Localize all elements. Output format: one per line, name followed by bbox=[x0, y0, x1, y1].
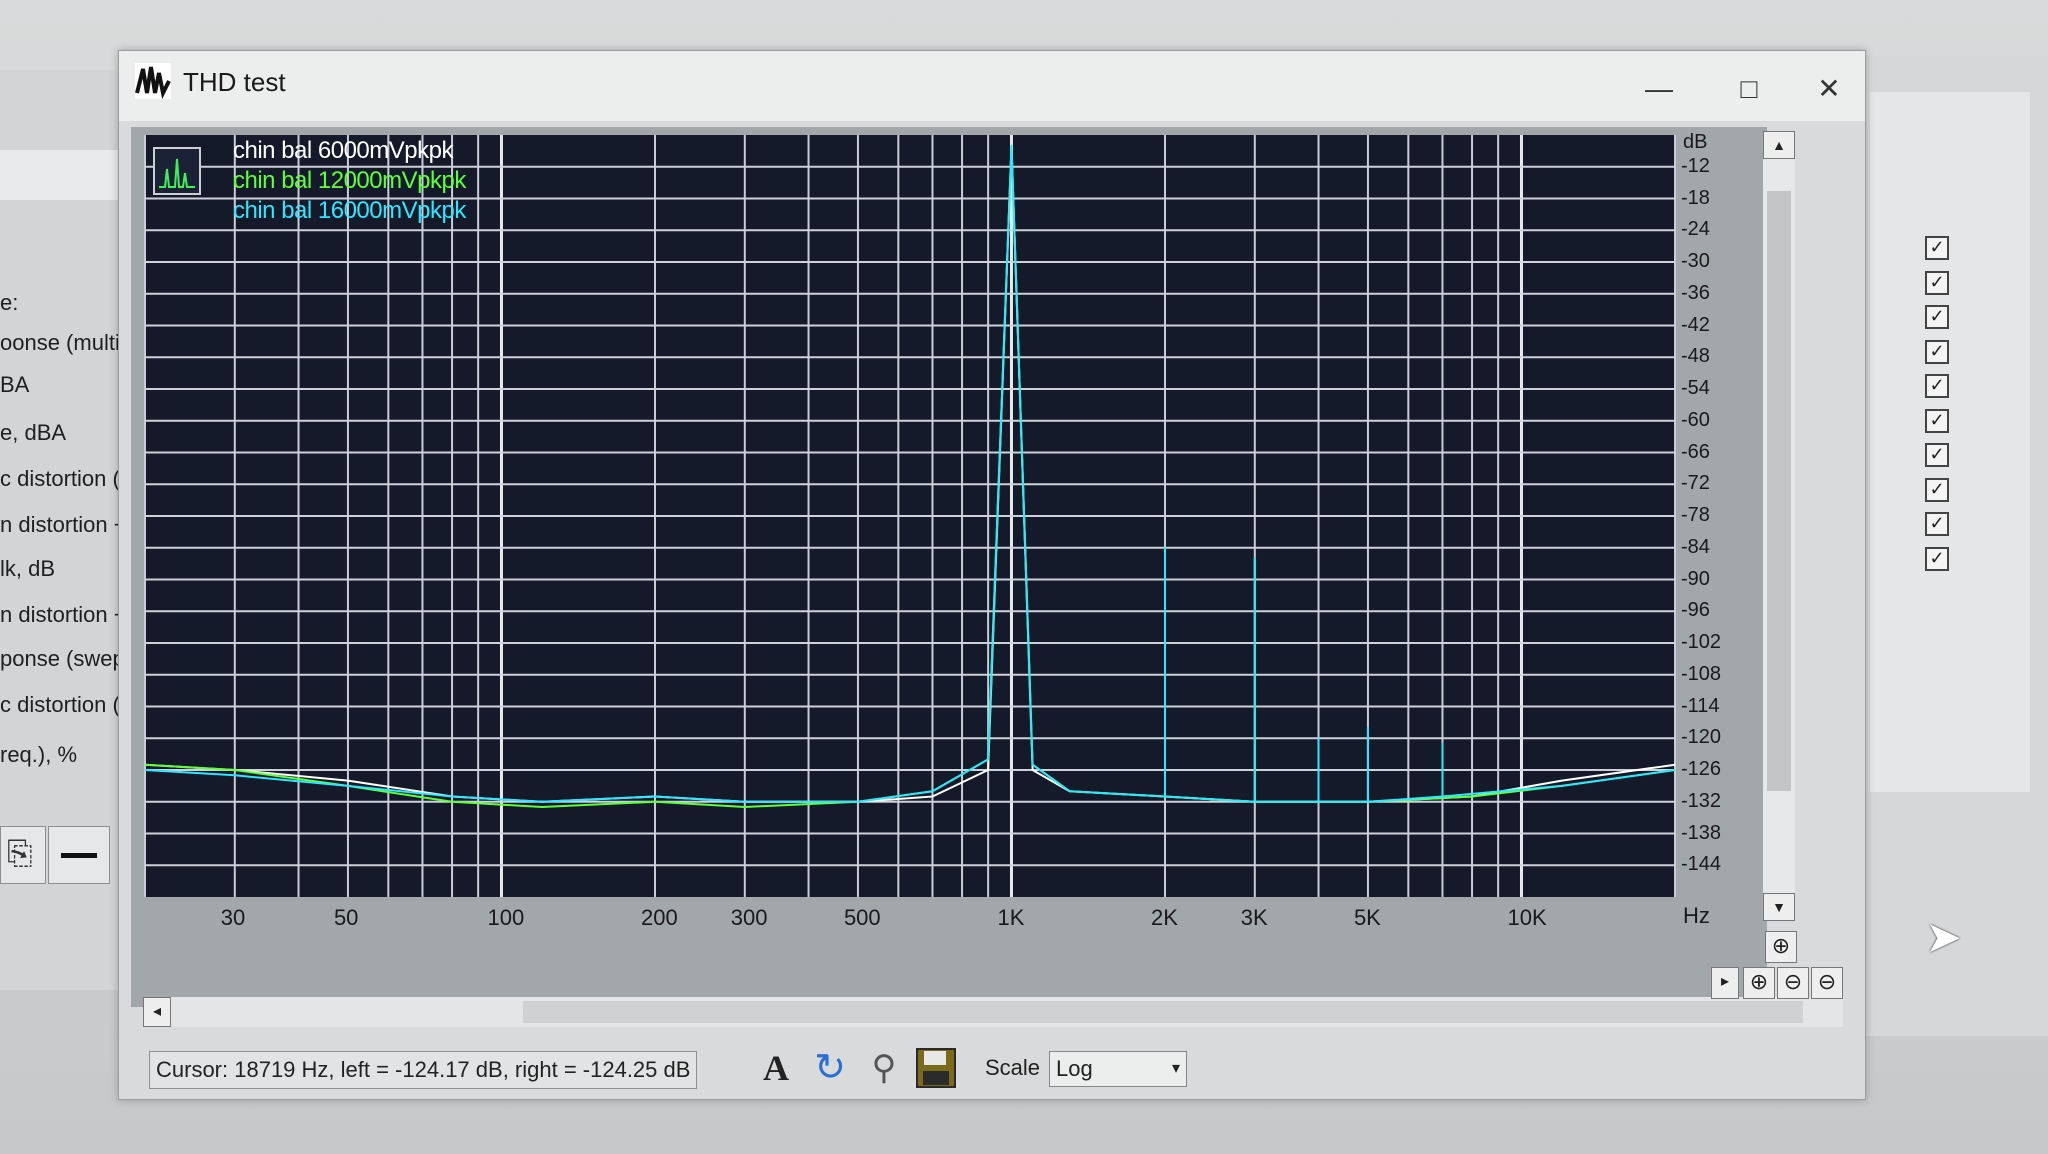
spectrum-chart[interactable] bbox=[131, 127, 1767, 1007]
checkbox[interactable]: ✓ bbox=[1925, 374, 1949, 398]
zoom-in-x-button[interactable]: ⊕ bbox=[1743, 967, 1775, 999]
y-tick-label: -84 bbox=[1681, 535, 1710, 558]
y-tick-label: -30 bbox=[1681, 250, 1710, 272]
remove-button[interactable] bbox=[48, 826, 110, 884]
minimize-icon: — bbox=[1645, 73, 1673, 104]
y-tick-label: -114 bbox=[1681, 694, 1720, 717]
close-icon: ✕ bbox=[1817, 73, 1841, 104]
close-button[interactable]: ✕ bbox=[1799, 69, 1859, 109]
zoom-in-y-button[interactable]: ⊕ bbox=[1765, 931, 1797, 963]
y-tick-label: -126 bbox=[1681, 758, 1722, 780]
vertical-scroll-thumb[interactable] bbox=[1767, 191, 1791, 791]
y-tick-label: -42 bbox=[1681, 313, 1710, 336]
y-tick-label: -138 bbox=[1681, 821, 1722, 844]
x-tick-label: 30 bbox=[220, 905, 246, 930]
maximize-icon: □ bbox=[1740, 73, 1758, 104]
spectrum-plot[interactable]: chin bal 6000mVpkpk chin bal 12000mVpkpk… bbox=[131, 127, 1767, 1007]
y-tick-label: -24 bbox=[1681, 218, 1710, 241]
window-title: THD test bbox=[183, 67, 286, 97]
y-tick-label: -60 bbox=[1681, 408, 1710, 431]
left-item[interactable]: req.), % bbox=[0, 742, 77, 768]
y-tick-label: -18 bbox=[1681, 186, 1710, 209]
legend-entry: chin bal 6000mVpkpk bbox=[233, 137, 453, 164]
title-bar[interactable]: THD test — □ ✕ bbox=[119, 51, 1865, 121]
scroll-right-button[interactable]: ▸ bbox=[1711, 967, 1739, 999]
y-tick-label: -12 bbox=[1681, 154, 1710, 177]
checkbox[interactable]: ✓ bbox=[1925, 270, 1949, 295]
checkbox[interactable]: ✓ bbox=[1925, 546, 1949, 571]
left-item[interactable]: e: bbox=[0, 290, 18, 316]
copy-button[interactable] bbox=[0, 826, 46, 884]
scroll-up-button[interactable]: ▲ bbox=[1763, 131, 1795, 159]
maximize-button[interactable]: □ bbox=[1719, 69, 1779, 109]
y-tick-label: -132 bbox=[1681, 789, 1722, 812]
y-tick-label: -102 bbox=[1681, 631, 1722, 653]
scroll-down-button[interactable]: ▼ bbox=[1763, 893, 1795, 921]
zoom-out-x-button[interactable]: ⊖ bbox=[1777, 967, 1809, 999]
y-tick-label: -90 bbox=[1681, 567, 1710, 590]
y-tick-label: -72 bbox=[1681, 472, 1710, 495]
y-tick-label: -48 bbox=[1681, 345, 1710, 368]
y-tick-label: -54 bbox=[1681, 377, 1710, 399]
checkbox[interactable]: ✓ bbox=[1925, 512, 1949, 536]
app-icon bbox=[135, 63, 171, 100]
y-unit-label: dB bbox=[1683, 131, 1708, 153]
checkbox[interactable]: ✓ bbox=[1925, 305, 1949, 329]
checkbox[interactable]: ✓ bbox=[1925, 477, 1949, 502]
scroll-left-button[interactable]: ◂ bbox=[143, 997, 171, 1027]
save-icon bbox=[916, 1048, 956, 1088]
zoom-out-y-button[interactable]: ⊖ bbox=[1811, 967, 1843, 999]
left-item[interactable]: n distortion + bbox=[0, 602, 127, 628]
x-tick-label: 50 bbox=[333, 905, 359, 930]
left-item[interactable]: c distortion (T bbox=[0, 466, 133, 492]
right-panel-list bbox=[1870, 92, 2030, 792]
left-item[interactable]: n distortion + bbox=[0, 512, 127, 538]
horizontal-scroll-thumb[interactable] bbox=[523, 1001, 1803, 1023]
y-tick-label: -96 bbox=[1681, 599, 1710, 622]
refresh-button[interactable]: ↻ bbox=[807, 1045, 853, 1091]
scale-label: Scale bbox=[985, 1055, 1041, 1080]
x-tick-label: 5K bbox=[1353, 905, 1381, 930]
chevron-down-icon: ▾ bbox=[1171, 1060, 1180, 1077]
y-tick-label: -66 bbox=[1681, 440, 1710, 463]
scale-select-value: Log bbox=[1056, 1056, 1093, 1081]
horizontal-scrollbar[interactable]: ◂ bbox=[143, 997, 1843, 1027]
legend-entry: chin bal 16000mVpkpk bbox=[233, 197, 466, 224]
status-bar: Cursor: 18719 Hz, left = -124.17 dB, rig… bbox=[149, 1047, 1829, 1093]
settings-button[interactable]: ⚲ bbox=[861, 1045, 907, 1091]
font-button[interactable]: A bbox=[753, 1045, 799, 1091]
x-tick-label: 3K bbox=[1240, 905, 1268, 930]
minimize-button[interactable]: — bbox=[1629, 69, 1689, 109]
checkbox[interactable]: ✓ bbox=[1925, 443, 1949, 467]
x-tick-label: 300 bbox=[730, 905, 768, 930]
vertical-scrollbar[interactable]: ▲ ▼ bbox=[1763, 131, 1795, 921]
cursor-readout: Cursor: 18719 Hz, left = -124.17 dB, rig… bbox=[149, 1051, 697, 1089]
thd-test-window: THD test — □ ✕ chin bal 6000mVpkpk chin … bbox=[118, 50, 1866, 1100]
x-tick-label: 2K bbox=[1151, 905, 1178, 930]
left-item[interactable]: e, dBA bbox=[0, 420, 66, 446]
y-tick-label: -120 bbox=[1681, 726, 1722, 749]
left-item[interactable]: lk, dB bbox=[0, 556, 55, 582]
checkbox[interactable]: ✓ bbox=[1925, 339, 1949, 364]
checkbox[interactable]: ✓ bbox=[1925, 408, 1949, 433]
x-tick-label: 100 bbox=[487, 905, 525, 930]
save-button[interactable] bbox=[913, 1045, 959, 1091]
y-tick-label: -78 bbox=[1681, 504, 1710, 526]
x-tick-label: 200 bbox=[641, 905, 678, 930]
x-unit-label: Hz bbox=[1683, 903, 1710, 928]
checkbox[interactable]: ✓ bbox=[1925, 236, 1949, 260]
y-tick-label: -108 bbox=[1681, 662, 1722, 685]
x-tick-label: 1K bbox=[997, 905, 1025, 930]
mouse-cursor-icon: ➤ bbox=[1925, 913, 1962, 962]
x-tick-label: 500 bbox=[843, 905, 881, 930]
left-item[interactable]: ponse (swept bbox=[0, 646, 131, 672]
x-tick-label: 10K bbox=[1507, 905, 1547, 930]
spectrum-icon bbox=[153, 147, 201, 195]
legend-entry: chin bal 12000mVpkpk bbox=[233, 167, 466, 194]
y-tick-label: -36 bbox=[1681, 281, 1710, 304]
scale-select[interactable]: Log ▾ bbox=[1049, 1051, 1187, 1087]
y-tick-label: -144 bbox=[1681, 853, 1722, 876]
left-item[interactable]: BA bbox=[0, 372, 29, 398]
